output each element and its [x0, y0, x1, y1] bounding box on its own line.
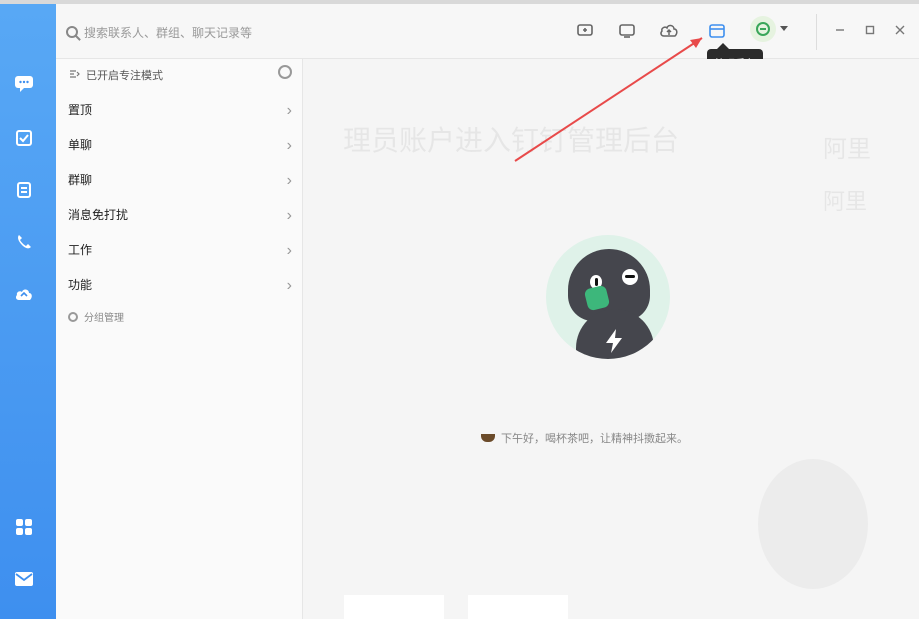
chevron-right-icon: ›	[286, 277, 292, 294]
chevron-down-icon[interactable]	[780, 26, 788, 31]
search-placeholder: 搜索联系人、群组、聊天记录等	[84, 25, 253, 40]
bottom-card	[468, 595, 568, 619]
group-manage-label: 分组管理	[84, 313, 124, 324]
list-item[interactable]: 置顶 ›	[56, 93, 302, 128]
conversation-groups-pane: 已开启专注模式 置顶 › 单聊 › 群聊 › 消息免打扰 › 工作 › 功能 ›…	[56, 59, 303, 619]
cloud-upload-icon[interactable]	[658, 20, 680, 42]
list-item[interactable]: 工作 ›	[56, 233, 302, 268]
apps-icon[interactable]	[12, 515, 36, 539]
list-item[interactable]: 单聊 ›	[56, 128, 302, 163]
chevron-right-icon: ›	[286, 207, 292, 224]
app-sidebar	[0, 4, 56, 619]
list-item[interactable]: 消息免打扰 ›	[56, 198, 302, 233]
background-faint-text: 阿里	[823, 136, 871, 163]
list-item-label: 工作	[68, 243, 93, 257]
focus-mode-label: 已开启专注模式	[86, 70, 163, 82]
content-area: 理员账户进入钉钉管理后台 阿里 阿里 下午好，喝杯茶吧，让精神抖擞起来。	[303, 59, 919, 619]
search-box[interactable]: 搜索联系人、群组、聊天记录等	[66, 22, 252, 42]
search-icon	[66, 26, 78, 38]
coffee-cup-icon	[481, 434, 495, 442]
lightning-icon	[600, 327, 628, 359]
list-item-label: 置顶	[68, 103, 93, 117]
chevron-right-icon: ›	[286, 242, 292, 259]
cloud-icon[interactable]	[12, 282, 36, 306]
chat-icon[interactable]	[12, 72, 36, 96]
chevron-right-icon: ›	[286, 137, 292, 154]
focus-mode-toggle[interactable]: 已开启专注模式	[68, 65, 292, 83]
screen-icon[interactable]	[616, 20, 638, 42]
settings-icon	[68, 311, 78, 322]
close-icon[interactable]	[892, 22, 908, 38]
list-item[interactable]: 功能 ›	[56, 268, 302, 303]
mascot-watermark	[758, 459, 868, 589]
chevron-right-icon: ›	[286, 172, 292, 189]
contacts-icon[interactable]	[12, 178, 36, 202]
background-faint-text: 阿里	[823, 189, 868, 214]
conversation-groups: 置顶 › 单聊 › 群聊 › 消息免打扰 › 工作 › 功能 ›	[56, 93, 302, 303]
list-item-label: 单聊	[68, 138, 93, 152]
docs-icon[interactable]	[12, 126, 36, 150]
list-item-label: 功能	[68, 278, 93, 292]
new-chat-icon[interactable]	[574, 20, 596, 42]
top-toolbar: 搜索联系人、群组、聊天记录等 管理后台	[56, 4, 919, 76]
group-manage-link[interactable]: 分组管理	[68, 309, 124, 324]
mascot-illustration	[546, 235, 670, 359]
minimize-icon[interactable]	[832, 22, 848, 38]
avatar[interactable]	[750, 16, 776, 42]
greeting-message: 下午好，喝杯茶吧，让精神抖擞起来。	[481, 430, 688, 446]
list-item-label: 消息免打扰	[68, 208, 129, 222]
greeting-text: 下午好，喝杯茶吧，让精神抖擞起来。	[501, 433, 688, 445]
refresh-icon[interactable]	[278, 65, 292, 79]
main-window: 搜索联系人、群组、聊天记录等 管理后台	[56, 4, 919, 619]
toolbar-divider	[816, 14, 817, 50]
focus-icon	[68, 68, 80, 83]
admin-console-icon[interactable]	[706, 20, 728, 42]
phone-icon[interactable]	[12, 230, 36, 254]
background-faint-title: 理员账户进入钉钉管理后台	[343, 125, 680, 156]
maximize-icon[interactable]	[862, 22, 878, 38]
mail-icon[interactable]	[12, 567, 36, 591]
mascot-eye	[622, 269, 638, 285]
list-item-label: 群聊	[68, 173, 93, 187]
list-item[interactable]: 群聊 ›	[56, 163, 302, 198]
bottom-card	[344, 595, 444, 619]
chevron-right-icon: ›	[286, 102, 292, 119]
